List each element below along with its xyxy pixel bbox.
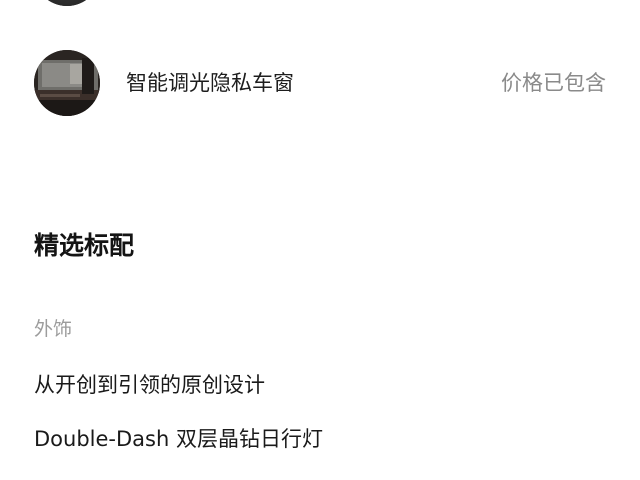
config-screen: 智能调光隐私车窗 价格已包含 精选标配 外饰 从开创到引领的原创设计 Doubl… [0,0,640,480]
feature-item: Double-Dash 双层晶钻日行灯 [34,427,323,451]
car-interior-photo-icon [34,50,100,116]
category-label-exterior: 外饰 [34,318,73,340]
option-name: 智能调光隐私车窗 [126,71,294,95]
option-price-note: 价格已包含 [501,71,606,95]
feature-item: 从开创到引领的原创设计 [34,373,265,397]
option-row-privacy-glass[interactable]: 智能调光隐私车窗 价格已包含 [0,50,640,118]
previous-option-thumbnail[interactable] [34,0,100,6]
option-thumbnail [34,50,100,116]
section-title: 精选标配 [34,231,135,260]
